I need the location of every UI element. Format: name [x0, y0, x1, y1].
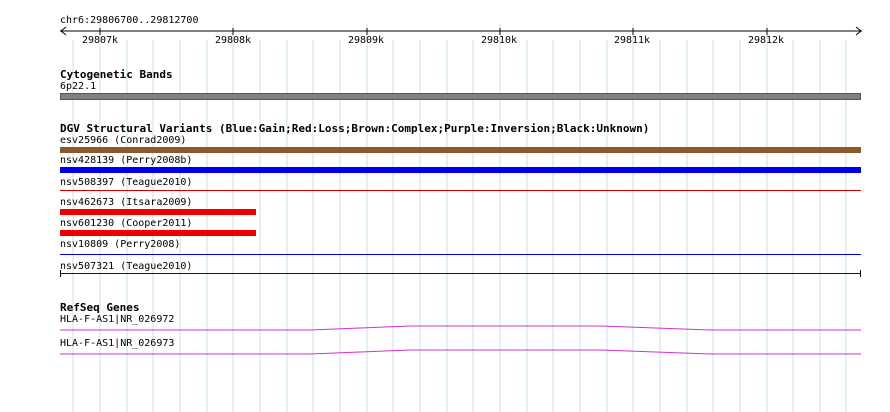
variant-bar-complex[interactable]: [60, 147, 861, 153]
cytoband-track-title: Cytogenetic Bands: [60, 68, 173, 81]
variant-label[interactable]: nsv507321 (Teague2010): [60, 261, 192, 273]
variant-start-tick: [60, 270, 61, 277]
variant-label[interactable]: nsv508397 (Teague2010): [60, 177, 192, 189]
variant-bar-gain[interactable]: [60, 167, 861, 173]
variant-bar-gain[interactable]: [60, 273, 861, 274]
ruler-tick-label: 29809k: [347, 35, 385, 46]
variant-bar-loss[interactable]: [60, 209, 256, 215]
variant-bar-gain[interactable]: [60, 254, 861, 255]
ruler-tick-label: 29810k: [480, 35, 518, 46]
variant-label[interactable]: nsv601230 (Cooper2011): [60, 218, 192, 230]
variant-label[interactable]: esv25966 (Conrad2009): [60, 135, 186, 147]
variant-label[interactable]: nsv10809 (Perry2008): [60, 239, 180, 251]
variant-label[interactable]: nsv462673 (Itsara2009): [60, 197, 192, 209]
gene-model-nr-026972[interactable]: [0, 322, 890, 334]
variant-label[interactable]: nsv428139 (Perry2008b): [60, 155, 192, 167]
gene-model-nr-026973[interactable]: [0, 346, 890, 358]
genome-browser-view: chr6:29806700..29812700 29807k 29808k 29…: [0, 0, 890, 412]
ruler-tick-label: 29808k: [214, 35, 252, 46]
variant-bar-loss[interactable]: [60, 230, 256, 236]
variant-end-tick: [860, 270, 861, 277]
variant-bar-loss[interactable]: [60, 190, 861, 191]
cytoband-label[interactable]: 6p22.1: [60, 81, 96, 93]
ruler-tick-label: 29807k: [81, 35, 119, 46]
ruler-tick-label: 29812k: [747, 35, 785, 46]
refseq-track-title: RefSeq Genes: [60, 301, 140, 314]
dgv-track-title: DGV Structural Variants (Blue:Gain;Red:L…: [60, 122, 650, 135]
cytoband-6p22-1[interactable]: [60, 93, 861, 100]
ruler-tick-label: 29811k: [613, 35, 651, 46]
